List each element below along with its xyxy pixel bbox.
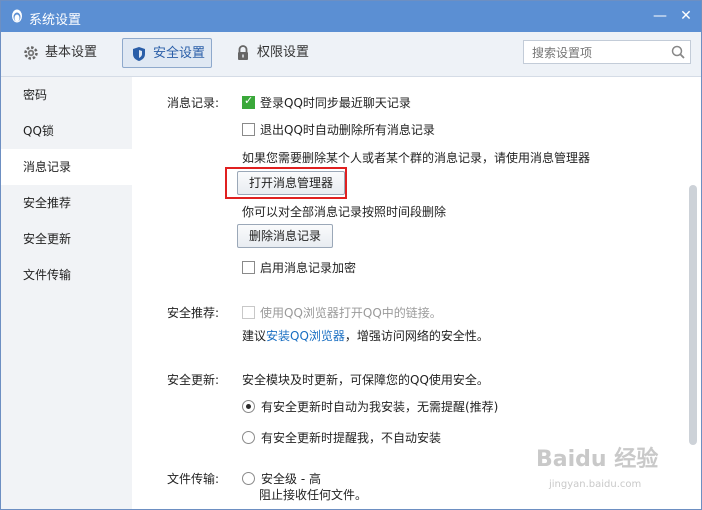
qq-browser-label: 使用QQ浏览器打开QQ中的链接。 xyxy=(260,306,442,320)
close-button[interactable]: ✕ xyxy=(675,5,697,27)
section-label-file-transfer: 文件传输: xyxy=(167,472,220,486)
message-manager-hint: 如果您需要删除某个人或者某个群的消息记录，请使用消息管理器 xyxy=(242,151,591,165)
file-level-high-option[interactable]: 安全级 - 高 xyxy=(242,470,321,487)
delete-on-exit-option[interactable]: 退出QQ时自动删除所有消息记录 xyxy=(242,121,435,138)
search-input[interactable] xyxy=(530,42,672,64)
tab-label: 基本设置 xyxy=(45,45,98,60)
sidebar-item-password[interactable]: 密码 xyxy=(1,77,132,113)
sidebar-item-security-update[interactable]: 安全更新 xyxy=(1,221,132,257)
baidu-watermark-url: jingyan.baidu.com xyxy=(549,479,642,490)
settings-window: 系统设置 — ✕ 基本设置 安全设置 权限设置 搜索设置项 密码 QQ锁 消息记… xyxy=(0,0,702,510)
title-bar: 系统设置 — ✕ xyxy=(1,1,701,32)
qq-browser-tip: 建议安装QQ浏览器，增强访问网络的安全性。 xyxy=(242,327,489,344)
top-tab-bar: 基本设置 安全设置 权限设置 xyxy=(1,32,701,77)
search-icon[interactable] xyxy=(670,44,686,60)
gear-icon xyxy=(24,46,38,60)
delete-on-exit-checkbox[interactable] xyxy=(242,123,255,136)
section-label-security-update: 安全更新: xyxy=(167,373,220,387)
open-message-manager-button[interactable]: 打开消息管理器 xyxy=(237,171,346,195)
sidebar-item-qq-lock[interactable]: QQ锁 xyxy=(1,113,132,149)
sidebar-item-message-record[interactable]: 消息记录 xyxy=(1,149,132,185)
tip-suffix: ，增强访问网络的安全性。 xyxy=(344,329,489,343)
delete-by-time-hint: 你可以对全部消息记录按照时间段删除 xyxy=(242,205,447,219)
file-level-high-label: 安全级 - 高 xyxy=(261,472,321,486)
search-box[interactable] xyxy=(523,40,691,64)
tab-label: 安全设置 xyxy=(153,46,206,61)
auto-install-label: 有安全更新时自动为我安装，无需提醒(推荐) xyxy=(261,400,499,414)
qq-browser-checkbox xyxy=(242,306,255,319)
tab-label: 权限设置 xyxy=(257,45,310,60)
baidu-watermark: Baidu 经验 xyxy=(536,447,659,472)
minimize-button[interactable]: — xyxy=(649,5,671,27)
sync-login-label: 登录QQ时同步最近聊天记录 xyxy=(260,96,411,110)
lock-icon xyxy=(238,45,248,60)
security-update-desc: 安全模块及时更新，可保障您的QQ使用安全。 xyxy=(242,373,489,387)
install-qq-browser-link[interactable]: 安装QQ浏览器 xyxy=(266,329,345,343)
tab-basic-settings[interactable]: 基本设置 xyxy=(15,38,105,68)
shield-icon xyxy=(133,47,145,61)
window-title: 系统设置 xyxy=(29,13,82,28)
tip-prefix: 建议 xyxy=(242,329,267,343)
auto-install-option[interactable]: 有安全更新时自动为我安装，无需提醒(推荐) xyxy=(242,398,498,415)
file-level-high-radio[interactable] xyxy=(242,472,255,485)
sidebar: 密码 QQ锁 消息记录 安全推荐 安全更新 文件传输 xyxy=(1,77,132,509)
delete-message-record-button[interactable]: 删除消息记录 xyxy=(237,224,334,248)
file-level-high-desc: 阻止接收任何文件。 xyxy=(259,488,368,502)
remind-radio[interactable] xyxy=(242,431,255,444)
encrypt-checkbox[interactable] xyxy=(242,261,255,274)
remind-option[interactable]: 有安全更新时提醒我，不自动安装 xyxy=(242,429,441,446)
encrypt-label: 启用消息记录加密 xyxy=(260,261,357,275)
section-label-message-record: 消息记录: xyxy=(167,96,220,110)
remind-label: 有安全更新时提醒我，不自动安装 xyxy=(261,431,442,445)
sync-login-option[interactable]: 登录QQ时同步最近聊天记录 xyxy=(242,94,411,111)
tab-security-settings[interactable]: 安全设置 xyxy=(122,38,212,68)
sidebar-item-file-transfer[interactable]: 文件传输 xyxy=(1,257,132,293)
sync-login-checkbox[interactable] xyxy=(242,94,255,109)
tab-permission-settings[interactable]: 权限设置 xyxy=(227,38,317,68)
encrypt-option[interactable]: 启用消息记录加密 xyxy=(242,259,356,276)
vertical-scrollbar[interactable] xyxy=(684,77,701,509)
section-label-security-recommend: 安全推荐: xyxy=(167,306,220,320)
sidebar-item-security-recommend[interactable]: 安全推荐 xyxy=(1,185,132,221)
auto-install-radio[interactable] xyxy=(242,400,255,413)
qq-penguin-icon xyxy=(12,9,22,23)
scrollbar-thumb[interactable] xyxy=(689,185,697,445)
qq-browser-option: 使用QQ浏览器打开QQ中的链接。 xyxy=(242,304,442,321)
delete-on-exit-label: 退出QQ时自动删除所有消息记录 xyxy=(260,123,435,137)
